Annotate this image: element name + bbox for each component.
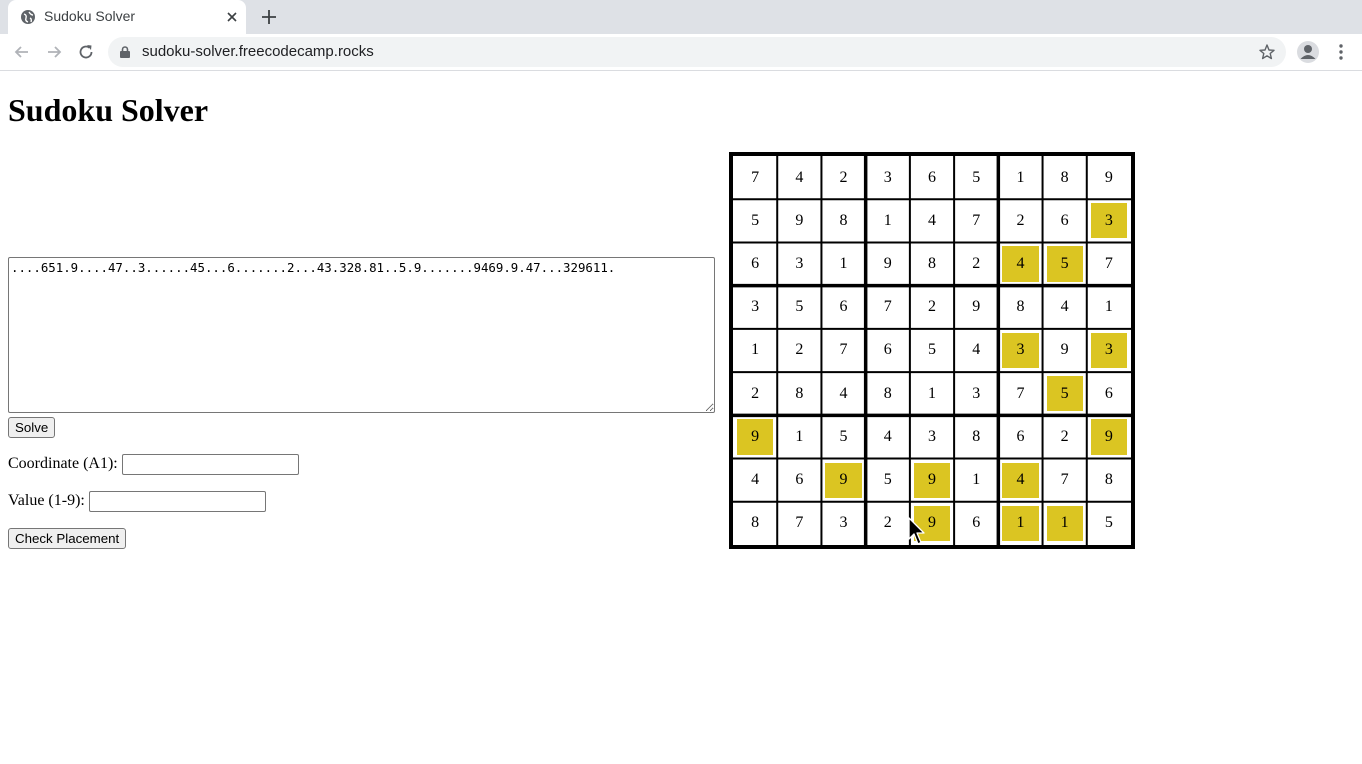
url-text: sudoku-solver.freecodecamp.rocks <box>142 43 374 60</box>
browser-tab[interactable]: Sudoku Solver <box>8 0 246 34</box>
coordinate-input[interactable] <box>122 454 299 475</box>
reload-icon[interactable] <box>76 42 96 62</box>
value-label: Value (1-9): <box>8 492 85 509</box>
coordinate-label: Coordinate (A1): <box>8 455 118 472</box>
tab-title: Sudoku Solver <box>44 8 136 24</box>
back-arrow-icon[interactable] <box>12 42 32 62</box>
sudoku-grid: 7423651895981472636319824573567298411276… <box>729 152 1135 549</box>
address-bar[interactable]: sudoku-solver.freecodecamp.rocks <box>108 37 1286 67</box>
lock-icon <box>120 46 130 58</box>
puzzle-input[interactable]: ....651.9....47..3......45...6.......2..… <box>8 257 715 413</box>
solve-button[interactable]: Solve <box>8 417 56 438</box>
forward-arrow-icon[interactable] <box>44 42 64 62</box>
browser-toolbar: sudoku-solver.freecodecamp.rocks <box>0 34 1362 71</box>
check-placement-button[interactable]: Check Placement <box>8 528 127 549</box>
more-options-icon[interactable] <box>1331 42 1351 62</box>
close-icon[interactable] <box>224 9 240 25</box>
profile-avatar-icon[interactable] <box>1296 40 1320 64</box>
globe-icon <box>21 10 35 24</box>
star-icon[interactable] <box>1258 43 1276 61</box>
value-input[interactable] <box>89 491 266 512</box>
mouse-cursor-icon <box>908 517 925 545</box>
grid-lines <box>733 156 1131 545</box>
tab-strip: Sudoku Solver <box>0 0 1362 34</box>
new-tab-icon[interactable] <box>260 8 278 26</box>
page-title: Sudoku Solver <box>8 92 209 128</box>
